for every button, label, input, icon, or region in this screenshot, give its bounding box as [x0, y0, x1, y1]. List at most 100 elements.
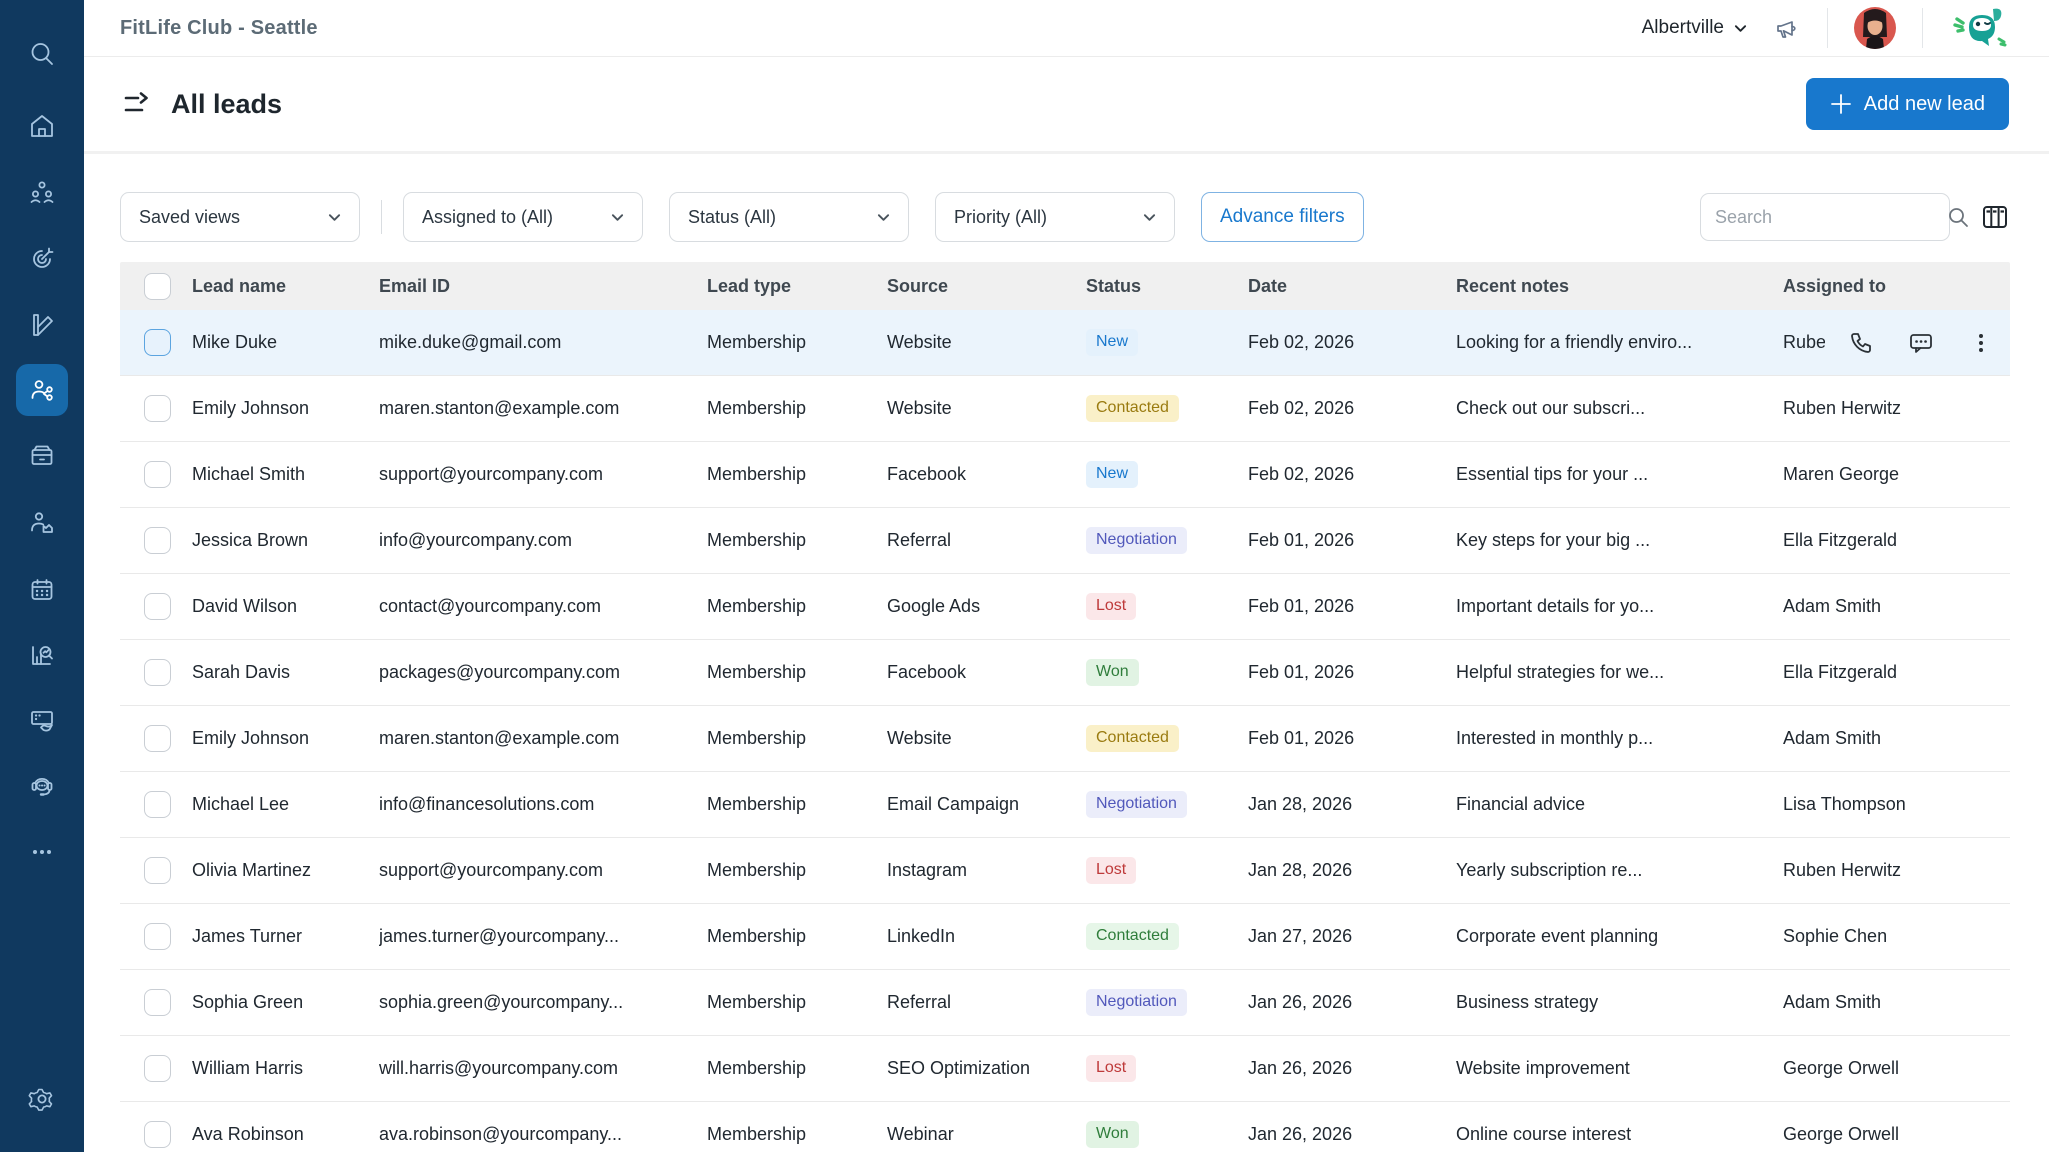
column-header: Email ID: [379, 276, 707, 297]
lead-source: Webinar: [887, 1124, 1086, 1145]
row-checkbox[interactable]: [144, 857, 171, 884]
phone-icon[interactable]: [1848, 330, 1874, 356]
row-checkbox[interactable]: [144, 329, 171, 356]
topbar: FitLife Club - Seattle Albertville: [84, 0, 2049, 57]
team-icon: [28, 178, 56, 206]
analytics-icon: [28, 641, 56, 669]
sidebar-item-leads[interactable]: [16, 364, 68, 416]
branch-selector[interactable]: Albertville: [1642, 17, 1747, 39]
table-row[interactable]: James Turnerjames.turner@yourcompany...M…: [120, 904, 2010, 970]
filter-dropdown[interactable]: Status (All): [669, 192, 909, 242]
row-checkbox[interactable]: [144, 395, 171, 422]
lead-type: Membership: [707, 860, 887, 881]
table-row[interactable]: Sophia Greensophia.green@yourcompany...M…: [120, 970, 2010, 1036]
row-checkbox[interactable]: [144, 791, 171, 818]
advance-filters-button[interactable]: Advance filters: [1201, 192, 1364, 242]
row-checkbox[interactable]: [144, 725, 171, 752]
column-header: Lead name: [192, 276, 379, 297]
table-row[interactable]: William Harriswill.harris@yourcompany.co…: [120, 1036, 2010, 1102]
lead-name: William Harris: [192, 1058, 379, 1079]
lead-email: packages@yourcompany.com: [379, 662, 707, 683]
sidebar-item-support-headset[interactable]: [16, 760, 68, 812]
kebab-menu-icon[interactable]: [1968, 330, 1994, 356]
saved-views-dropdown[interactable]: Saved views: [120, 192, 360, 242]
add-new-lead-button[interactable]: Add new lead: [1806, 78, 2009, 130]
sidebar-item-home[interactable]: [16, 100, 68, 152]
column-header: Source: [887, 276, 1086, 297]
lead-email: maren.stanton@example.com: [379, 728, 707, 749]
sidebar: [0, 0, 84, 1152]
sidebar-item-more-ellipsis[interactable]: [16, 826, 68, 878]
assigned-to: Ella Fitzgerald: [1783, 530, 1897, 551]
status-badge: Contacted: [1086, 725, 1179, 751]
lead-email: info@financesolutions.com: [379, 794, 707, 815]
lead-type: Membership: [707, 332, 887, 353]
row-checkbox[interactable]: [144, 989, 171, 1016]
recent-note: Business strategy: [1456, 992, 1783, 1013]
sidebar-item-target[interactable]: [16, 233, 68, 285]
billing-icon: [28, 706, 56, 734]
status-badge: New: [1086, 461, 1138, 487]
row-actions: [1848, 310, 1994, 375]
search-input[interactable]: [1715, 207, 1947, 228]
lead-email: support@yourcompany.com: [379, 464, 707, 485]
filter-dropdown[interactable]: Priority (All): [935, 192, 1175, 242]
lead-date: Feb 01, 2026: [1248, 662, 1456, 683]
table-row[interactable]: Jessica Browninfo@yourcompany.comMembers…: [120, 508, 2010, 574]
plus-icon: [1830, 93, 1852, 115]
page-header: All leads Add new lead: [84, 57, 2049, 154]
row-checkbox[interactable]: [144, 1121, 171, 1148]
filter-dropdown[interactable]: Assigned to (All): [403, 192, 643, 242]
assigned-to: Ruben Herwitz: [1783, 860, 1901, 881]
table-row[interactable]: David Wilsoncontact@yourcompany.comMembe…: [120, 574, 2010, 640]
status-badge: Contacted: [1086, 923, 1179, 949]
lead-email: sophia.green@yourcompany...: [379, 992, 707, 1013]
search-box: [1700, 193, 1950, 241]
lead-source: Instagram: [887, 860, 1086, 881]
sidebar-item-billing[interactable]: [16, 694, 68, 746]
row-checkbox[interactable]: [144, 923, 171, 950]
row-checkbox[interactable]: [144, 1055, 171, 1082]
lead-name: Emily Johnson: [192, 398, 379, 419]
recent-note: Corporate event planning: [1456, 926, 1783, 947]
select-all-checkbox[interactable]: [144, 273, 171, 300]
sidebar-item-member-crown[interactable]: [16, 497, 68, 549]
sidebar-item-settings-gear[interactable]: [16, 1073, 68, 1125]
table-row[interactable]: Mike Dukemike.duke@gmail.comMembershipWe…: [120, 310, 2010, 376]
table-row[interactable]: Olivia Martinezsupport@yourcompany.comMe…: [120, 838, 2010, 904]
row-checkbox[interactable]: [144, 527, 171, 554]
column-header: Date: [1248, 276, 1456, 297]
status-badge: Lost: [1086, 1055, 1136, 1081]
table-row[interactable]: Sarah Davispackages@yourcompany.comMembe…: [120, 640, 2010, 706]
mascot-logo[interactable]: [1949, 5, 2009, 51]
recent-note: Essential tips for your ...: [1456, 464, 1783, 485]
sidebar-item-analytics[interactable]: [16, 629, 68, 681]
filter-dropdown-label: Priority (All): [954, 207, 1047, 228]
table-row[interactable]: Michael Smithsupport@yourcompany.comMemb…: [120, 442, 2010, 508]
support-headset-icon: [28, 772, 56, 800]
table-row[interactable]: Michael Leeinfo@financesolutions.comMemb…: [120, 772, 2010, 838]
lead-source: LinkedIn: [887, 926, 1086, 947]
row-checkbox[interactable]: [144, 593, 171, 620]
chat-icon[interactable]: [1908, 330, 1934, 356]
lead-date: Feb 01, 2026: [1248, 728, 1456, 749]
sidebar-item-design[interactable]: [16, 299, 68, 351]
lead-date: Feb 01, 2026: [1248, 530, 1456, 551]
sidebar-item-package[interactable]: [16, 430, 68, 482]
lead-source: SEO Optimization: [887, 1058, 1086, 1079]
sidebar-item-team[interactable]: [16, 166, 68, 218]
user-avatar[interactable]: [1854, 7, 1896, 49]
sidebar-item-search[interactable]: [16, 28, 68, 80]
assigned-to: Ella Fitzgerald: [1783, 662, 1897, 683]
assigned-to: Maren George: [1783, 464, 1899, 485]
table-row[interactable]: Emily Johnsonmaren.stanton@example.comMe…: [120, 376, 2010, 442]
sidebar-item-calendar[interactable]: [16, 564, 68, 616]
member-crown-icon: [28, 509, 56, 537]
row-checkbox[interactable]: [144, 659, 171, 686]
manage-columns-icon[interactable]: [1980, 202, 2010, 232]
table-row[interactable]: Emily Johnsonmaren.stanton@example.comMe…: [120, 706, 2010, 772]
megaphone-icon[interactable]: [1773, 14, 1801, 42]
row-checkbox[interactable]: [144, 461, 171, 488]
table-row[interactable]: Ava Robinsonava.robinson@yourcompany...M…: [120, 1102, 2010, 1152]
recent-note: Check out our subscri...: [1456, 398, 1783, 419]
